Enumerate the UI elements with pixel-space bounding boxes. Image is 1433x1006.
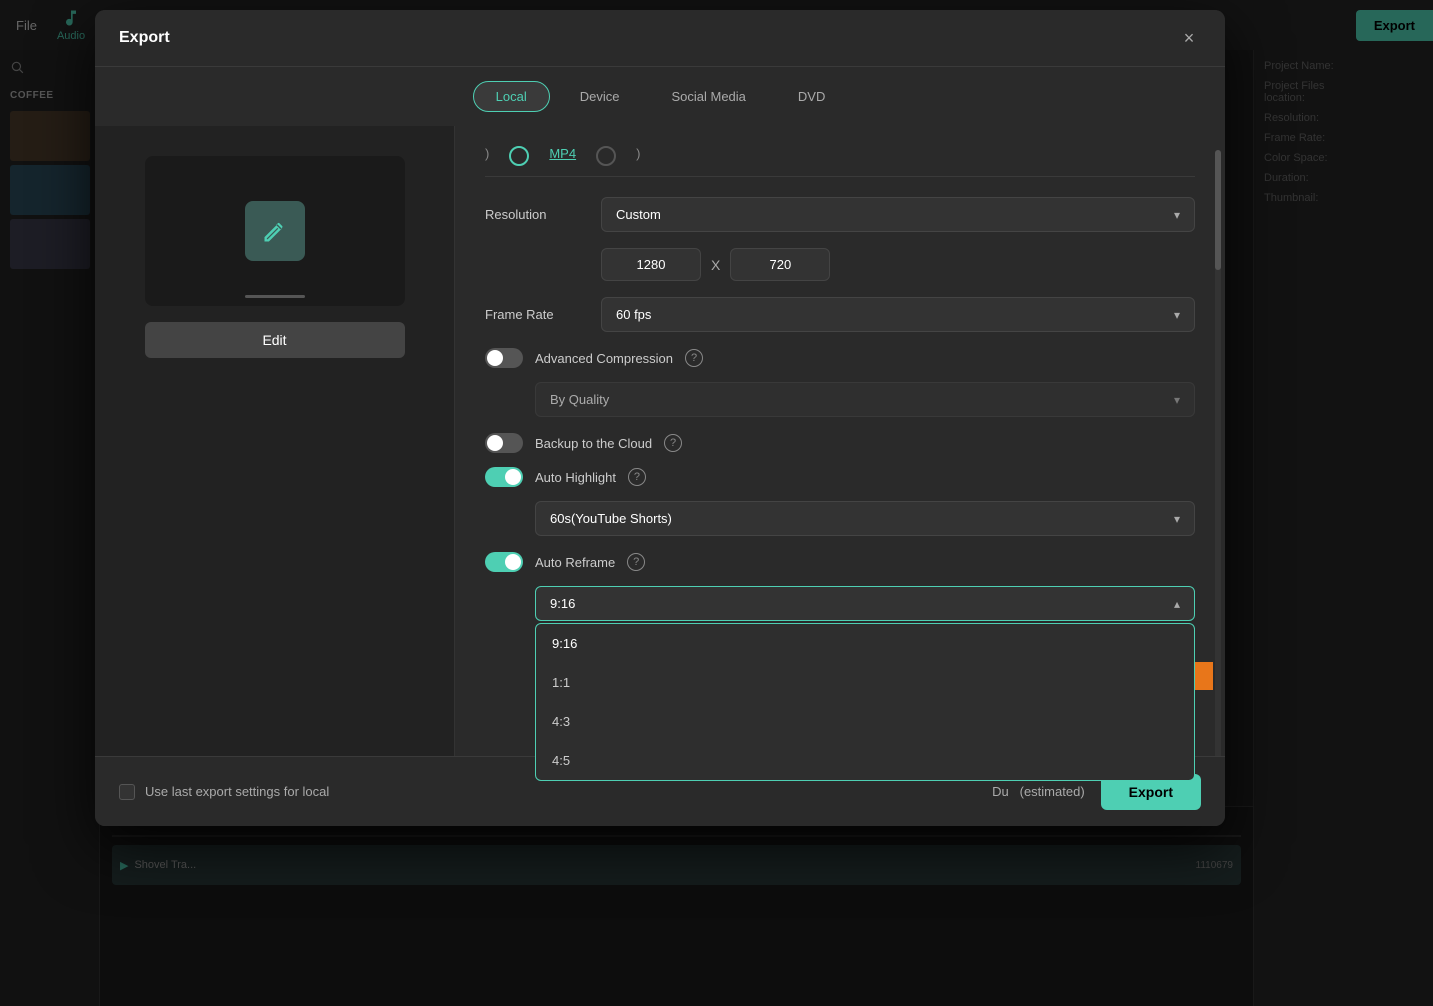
reframe-option-4-5[interactable]: 4:5 <box>536 741 1194 780</box>
by-quality-container: By Quality ▾ <box>535 382 1195 417</box>
use-last-settings-row: Use last export settings for local <box>119 784 329 800</box>
resolution-label: Resolution <box>485 207 585 222</box>
use-last-settings-label: Use last export settings for local <box>145 784 329 799</box>
tab-bar: Local Device Social Media DVD <box>95 67 1225 126</box>
tab-social-media[interactable]: Social Media <box>649 82 767 111</box>
width-input[interactable] <box>601 248 701 281</box>
settings-area: ) MP4 ) Resolution Custom ▾ <box>455 126 1225 826</box>
use-last-settings-checkbox[interactable] <box>119 784 135 800</box>
reframe-option-4-3[interactable]: 4:3 <box>536 702 1194 741</box>
highlight-duration-chevron-icon: ▾ <box>1174 512 1180 526</box>
auto-reframe-toggle[interactable] <box>485 552 523 572</box>
preview-thumbnail <box>145 156 405 306</box>
tab-device[interactable]: Device <box>558 82 642 111</box>
modal-overlay: Export × Local Device Social Media DVD <box>0 0 1433 1006</box>
reframe-ratio-dropdown[interactable]: 9:16 ▴ <box>535 586 1195 621</box>
close-button[interactable]: × <box>1177 26 1201 50</box>
frame-rate-label: Frame Rate <box>485 307 585 322</box>
advanced-compression-toggle[interactable] <box>485 348 523 368</box>
by-quality-chevron-icon: ▾ <box>1174 393 1180 407</box>
auto-reframe-label: Auto Reframe <box>535 555 615 570</box>
export-modal: Export × Local Device Social Media DVD <box>95 10 1225 826</box>
edit-icon-box <box>245 201 305 261</box>
resolution-dropdown[interactable]: Custom ▾ <box>601 197 1195 232</box>
preview-area: Edit <box>95 126 455 826</box>
advanced-compression-help-icon[interactable]: ? <box>685 349 703 367</box>
by-quality-dropdown[interactable]: By Quality ▾ <box>535 382 1195 417</box>
auto-highlight-row: Auto Highlight ? <box>485 467 1195 487</box>
auto-highlight-toggle[interactable] <box>485 467 523 487</box>
auto-reframe-help-icon[interactable]: ? <box>627 553 645 571</box>
reframe-option-1-1[interactable]: 1:1 <box>536 663 1194 702</box>
reframe-ratio-chevron-icon: ▴ <box>1174 597 1180 611</box>
backup-cloud-toggle[interactable] <box>485 433 523 453</box>
modal-header: Export × <box>95 10 1225 67</box>
advanced-compression-row: Advanced Compression ? <box>485 348 1195 368</box>
duration-text: Du (estimated) <box>992 784 1085 799</box>
scrollbar-track[interactable] <box>1215 150 1221 816</box>
advanced-compression-label: Advanced Compression <box>535 351 673 366</box>
backup-cloud-row: Backup to the Cloud ? <box>485 433 1195 453</box>
height-input[interactable] <box>730 248 830 281</box>
frame-rate-row: Frame Rate 60 fps ▾ <box>485 297 1195 332</box>
modal-title: Export <box>119 29 170 47</box>
resolution-row: Resolution Custom ▾ <box>485 197 1195 232</box>
resolution-chevron-icon: ▾ <box>1174 208 1180 222</box>
auto-highlight-help-icon[interactable]: ? <box>628 468 646 486</box>
resolution-inputs: X <box>601 248 1195 281</box>
backup-cloud-help-icon[interactable]: ? <box>664 434 682 452</box>
x-separator: X <box>711 257 720 273</box>
tab-local[interactable]: Local <box>473 81 550 112</box>
frame-rate-chevron-icon: ▾ <box>1174 308 1180 322</box>
highlight-duration-container: 60s(YouTube Shorts) ▾ <box>535 501 1195 536</box>
backup-cloud-label: Backup to the Cloud <box>535 436 652 451</box>
highlight-duration-dropdown[interactable]: 60s(YouTube Shorts) ▾ <box>535 501 1195 536</box>
reframe-ratio-list: 9:16 1:1 4:3 4:5 <box>535 623 1195 781</box>
edit-button[interactable]: Edit <box>145 322 405 358</box>
frame-rate-dropdown[interactable]: 60 fps ▾ <box>601 297 1195 332</box>
scrollbar-thumb[interactable] <box>1215 150 1221 270</box>
tab-dvd[interactable]: DVD <box>776 82 847 111</box>
format-tabs-row: ) MP4 ) <box>485 146 1195 177</box>
reframe-option-9-16[interactable]: 9:16 <box>536 624 1194 663</box>
reframe-ratio-container: 9:16 ▴ 9:16 1:1 4:3 4:5 <box>535 586 1195 621</box>
auto-reframe-row: Auto Reframe ? <box>485 552 1195 572</box>
app-background: File Audio Export COFFEE Project Name: P… <box>0 0 1433 1006</box>
auto-highlight-label: Auto Highlight <box>535 470 616 485</box>
modal-body: Edit ) MP4 ) Resolution <box>95 126 1225 826</box>
